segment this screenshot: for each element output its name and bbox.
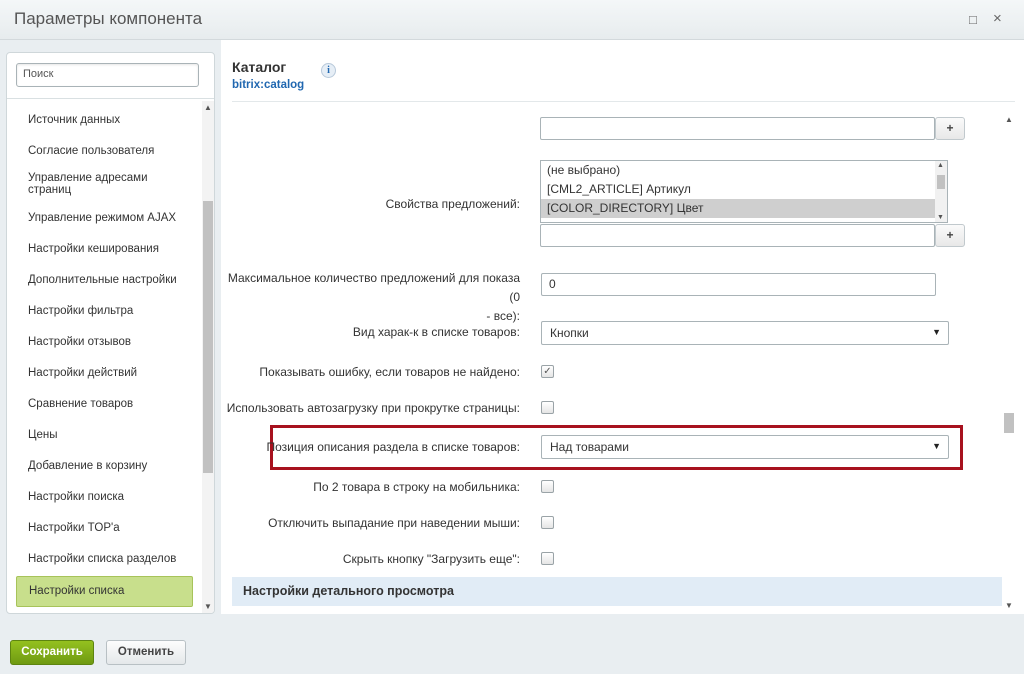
sidebar-item[interactable]: Источник данных bbox=[16, 106, 193, 137]
offer-props-label: Свойства предложений: bbox=[385, 197, 520, 211]
autoload-checkbox[interactable] bbox=[541, 401, 554, 414]
props-view-value: Кнопки bbox=[550, 326, 589, 340]
save-button[interactable]: Сохранить bbox=[10, 640, 94, 665]
list-option[interactable]: (не выбрано) bbox=[541, 161, 947, 180]
section-heading: Настройки детального просмотра bbox=[232, 577, 1002, 606]
scrollbar-thumb[interactable] bbox=[203, 201, 213, 473]
scroll-down-icon[interactable]: ▼ bbox=[204, 602, 212, 611]
sidebar: Поиск Источник данных Согласие пользоват… bbox=[6, 52, 215, 614]
max-offers-label: Максимальное количество предложений для … bbox=[220, 269, 520, 326]
info-icon[interactable]: i bbox=[321, 63, 336, 78]
autoload-label: Использовать автозагрузку при прокрутке … bbox=[226, 401, 520, 415]
sidebar-item[interactable]: Настройки кеширования bbox=[16, 235, 193, 266]
show-error-label: Показывать ошибку, если товаров не найде… bbox=[259, 365, 520, 379]
title-bar: Параметры компонента □ × bbox=[0, 0, 1024, 40]
offer-props-listbox[interactable]: (не выбрано) [CML2_ARTICLE] Артикул [COL… bbox=[540, 160, 948, 223]
component-title: Каталог bbox=[232, 59, 287, 75]
section-desc-position-label: Позиция описания раздела в списке товаро… bbox=[266, 440, 520, 454]
section-desc-position-select[interactable]: Над товарами ▼ bbox=[541, 435, 949, 459]
sidebar-item[interactable]: Добавление в корзину bbox=[16, 452, 193, 483]
disable-hover-label: Отключить выпадание при наведении мыши: bbox=[268, 516, 520, 530]
sidebar-item[interactable]: Управление режимом AJAX bbox=[16, 204, 193, 235]
close-icon[interactable]: × bbox=[993, 10, 1002, 27]
add-button[interactable]: + bbox=[935, 224, 965, 247]
scrollbar-thumb[interactable] bbox=[937, 175, 945, 189]
scroll-up-icon[interactable]: ▲ bbox=[204, 103, 212, 112]
divider bbox=[232, 101, 1015, 102]
scroll-up-icon[interactable]: ▲ bbox=[937, 162, 944, 169]
listbox-scrollbar[interactable]: ▲ ▼ bbox=[935, 161, 947, 222]
hide-load-more-checkbox[interactable] bbox=[541, 552, 554, 565]
sidebar-item[interactable]: Настройки TOP'а bbox=[16, 514, 193, 545]
sidebar-list: Источник данных Согласие пользователя Уп… bbox=[16, 106, 193, 607]
scroll-down-icon[interactable]: ▼ bbox=[937, 214, 944, 221]
hide-load-more-label: Скрыть кнопку "Загрузить еще": bbox=[342, 552, 520, 566]
cancel-button[interactable]: Отменить bbox=[106, 640, 186, 665]
sidebar-scrollbar[interactable]: ▲ ▼ bbox=[202, 101, 214, 613]
two-per-row-checkbox[interactable] bbox=[541, 480, 554, 493]
sidebar-item[interactable]: Настройки поиска bbox=[16, 483, 193, 514]
restore-icon[interactable]: □ bbox=[969, 12, 977, 27]
sidebar-item[interactable]: Настройки отзывов bbox=[16, 328, 193, 359]
sidebar-item[interactable]: Дополнительные настройки bbox=[16, 266, 193, 297]
props-view-select[interactable]: Кнопки ▼ bbox=[541, 321, 949, 345]
sidebar-item[interactable]: Настройки действий bbox=[16, 359, 193, 390]
main-scrollbar[interactable]: ▲ ▼ bbox=[1002, 113, 1016, 612]
add-button[interactable]: + bbox=[935, 117, 965, 140]
sidebar-item[interactable]: Управление адресами страниц bbox=[16, 168, 193, 204]
dropdown-arrow-icon: ▼ bbox=[932, 327, 941, 337]
dropdown-arrow-icon: ▼ bbox=[932, 441, 941, 451]
list-option[interactable]: [CML2_ARTICLE] Артикул bbox=[541, 180, 947, 199]
component-code: bitrix:catalog bbox=[232, 79, 305, 91]
sidebar-item[interactable]: Цены bbox=[16, 421, 193, 452]
main-panel: Каталог i bitrix:catalog + Свойства пред… bbox=[221, 40, 1024, 614]
show-error-checkbox[interactable]: ✓ bbox=[541, 365, 554, 378]
window-title: Параметры компонента bbox=[14, 9, 203, 28]
props-view-label: Вид харак-к в списке товаров: bbox=[352, 325, 520, 339]
section-desc-position-value: Над товарами bbox=[550, 440, 629, 454]
max-offers-label-line1: Максимальное количество предложений для … bbox=[227, 271, 520, 304]
offer-prop-input-top[interactable] bbox=[540, 117, 935, 140]
sidebar-item-active[interactable]: Настройки списка bbox=[16, 576, 193, 607]
disable-hover-checkbox[interactable] bbox=[541, 516, 554, 529]
scrollbar-thumb[interactable] bbox=[1004, 413, 1014, 433]
sidebar-item[interactable]: Согласие пользователя bbox=[16, 137, 193, 168]
max-offers-label-line2: - все): bbox=[486, 309, 520, 323]
offer-prop-input[interactable] bbox=[540, 224, 935, 247]
search-input[interactable]: Поиск bbox=[16, 63, 199, 87]
list-option-selected[interactable]: [COLOR_DIRECTORY] Цвет bbox=[541, 199, 947, 218]
sidebar-item[interactable]: Сравнение товаров bbox=[16, 390, 193, 421]
two-per-row-label: По 2 товара в строку на мобильника: bbox=[313, 480, 520, 494]
divider bbox=[7, 98, 214, 99]
scroll-down-icon[interactable]: ▼ bbox=[1005, 601, 1013, 610]
sidebar-item[interactable]: Настройки фильтра bbox=[16, 297, 193, 328]
sidebar-item[interactable]: Настройки списка разделов bbox=[16, 545, 193, 576]
max-offers-input[interactable]: 0 bbox=[541, 273, 936, 296]
scroll-up-icon[interactable]: ▲ bbox=[1005, 115, 1013, 124]
